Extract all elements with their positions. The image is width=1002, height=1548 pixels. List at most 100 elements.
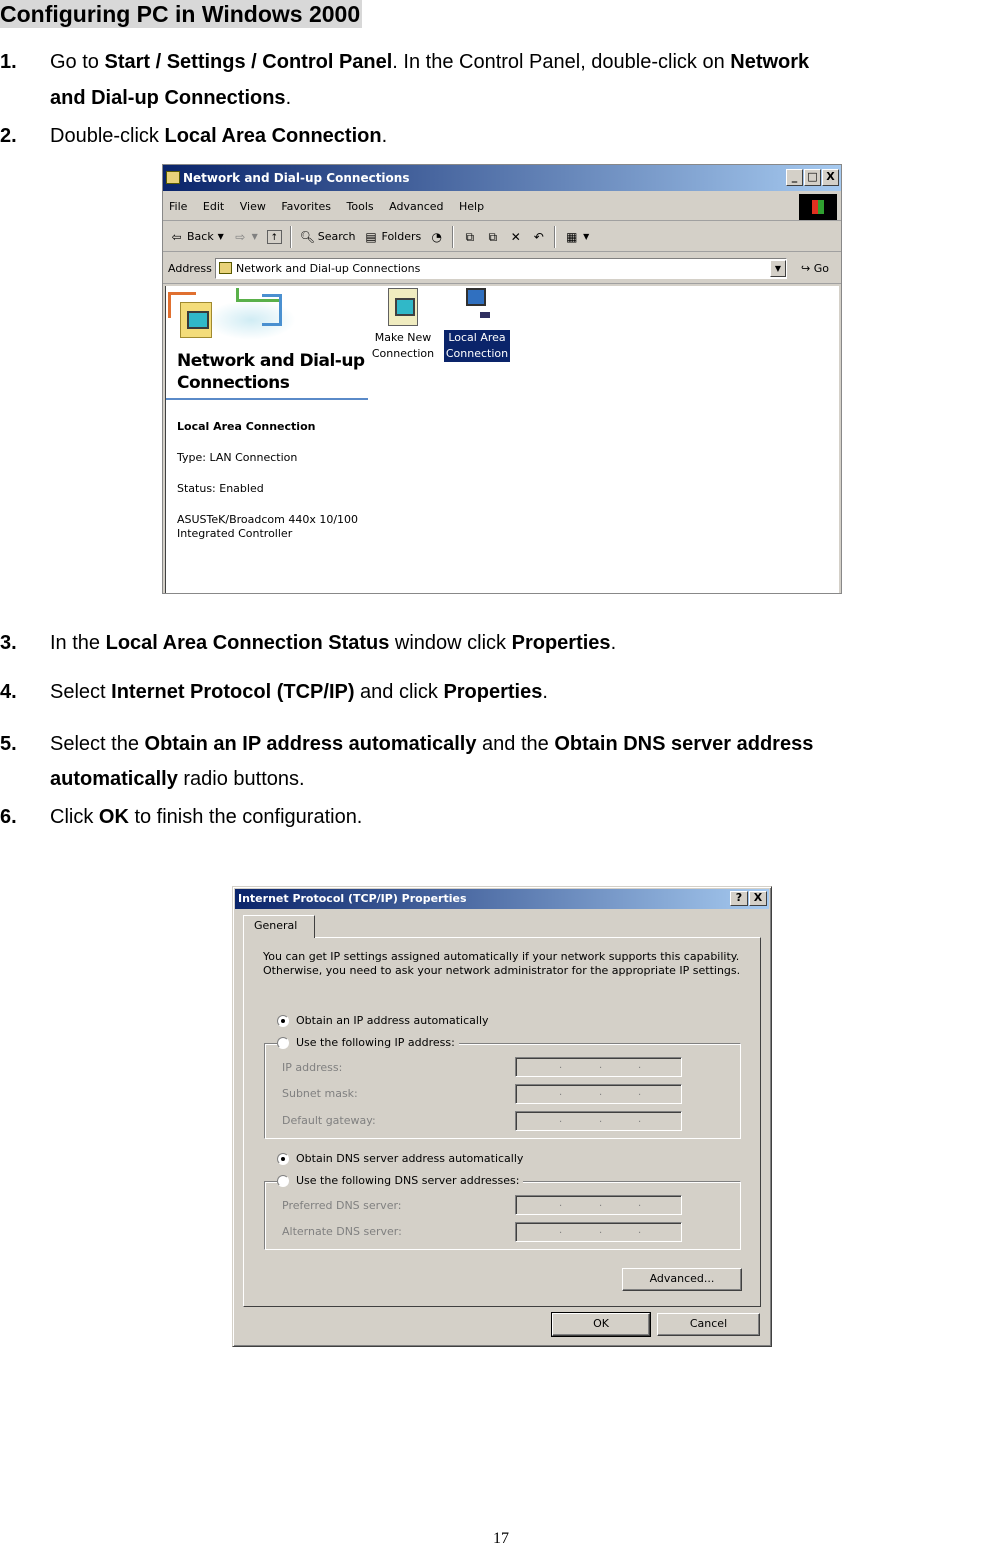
windows-logo-icon — [799, 194, 837, 220]
menu-favorites[interactable]: Favorites — [275, 193, 337, 221]
address-value: Network and Dial-up Connections — [236, 262, 421, 275]
radio-selected-icon — [277, 1014, 289, 1027]
details-title: Local Area Connection — [177, 420, 316, 433]
menu-view[interactable]: View — [234, 193, 272, 221]
views-button[interactable]: ▦ ▼ — [564, 230, 590, 244]
undo-button[interactable]: ↶ — [531, 230, 546, 244]
bold-text: Local Area Connection Status — [105, 632, 390, 654]
bold-text: Properties — [443, 681, 543, 703]
title-bar[interactable]: Network and Dial-up Connections _ □ X — [163, 165, 841, 191]
ip-address-input[interactable]: ... — [515, 1057, 682, 1077]
banner-decoration — [262, 294, 282, 326]
item-label: Make New Connection — [371, 331, 435, 360]
text: to finish the configuration. — [128, 806, 363, 828]
radio-unselected-icon — [277, 1174, 289, 1187]
delete-button[interactable]: ✕ — [508, 230, 523, 244]
use-following-dns-radio[interactable]: Use the following DNS server addresses: — [277, 1174, 524, 1187]
move-to-button[interactable]: ⧉ — [462, 230, 477, 244]
up-button[interactable]: ↑ — [266, 229, 282, 244]
help-button[interactable]: ? — [730, 891, 748, 906]
menu-advanced[interactable]: Advanced — [383, 193, 449, 221]
maximize-button[interactable]: □ — [804, 169, 821, 186]
close-button[interactable]: X — [749, 891, 767, 906]
tab-general[interactable]: General — [243, 915, 315, 938]
dropdown-icon: ▼ — [251, 231, 258, 241]
folders-icon: ▤ — [365, 229, 377, 244]
text: Double-click — [50, 125, 165, 147]
folder-banner: Network and Dial-up Connections — [166, 286, 368, 400]
details-device: ASUSTeK/Broadcom 440x 10/100 Integrated … — [177, 513, 359, 540]
text: . In the Control Panel, double-click on — [392, 51, 731, 73]
obtain-dns-auto-radio[interactable]: Obtain DNS server address automatically — [277, 1152, 528, 1165]
history-button[interactable]: ◔ — [429, 230, 444, 244]
menu-edit[interactable]: Edit — [197, 193, 230, 221]
forward-button[interactable]: ⇨ ▼ — [233, 230, 259, 244]
title-bar[interactable]: Internet Protocol (TCP/IP) Properties ? … — [235, 889, 769, 909]
text: Go to — [50, 51, 105, 73]
banner-divider — [166, 398, 368, 400]
step-number: 3. — [0, 632, 17, 654]
step-text-continued: and Dial-up Connections. — [50, 85, 291, 111]
copy-to-button[interactable]: ⧉ — [485, 230, 500, 244]
text: Click — [50, 806, 99, 828]
bold-text: and Dial-up Connections — [50, 87, 286, 109]
network-connections-window: Network and Dial-up Connections _ □ X Fi… — [162, 164, 842, 594]
delete-x-icon: ✕ — [510, 229, 521, 244]
page-number: 17 — [493, 1530, 509, 1547]
tcpip-properties-dialog: Internet Protocol (TCP/IP) Properties ? … — [232, 886, 772, 1347]
folders-button[interactable]: ▤ Folders — [364, 229, 421, 244]
radio-selected-icon — [277, 1152, 289, 1165]
local-area-connection-item[interactable]: Local Area Connection — [442, 288, 512, 362]
close-button[interactable]: X — [822, 169, 839, 186]
make-new-connection-item[interactable]: Make New Connection — [368, 288, 438, 362]
advanced-button[interactable]: Advanced... — [622, 1268, 742, 1291]
go-button[interactable]: ↪ Go — [801, 262, 829, 275]
step-number: 6. — [0, 806, 17, 828]
step-text-continued: automatically radio buttons. — [50, 766, 305, 792]
search-button[interactable]: 🔍︎ Search — [300, 230, 356, 244]
alternate-dns-input[interactable]: ... — [515, 1222, 682, 1242]
bold-text: Obtain an IP address automatically — [144, 733, 477, 755]
radio-unselected-icon — [277, 1036, 289, 1049]
use-following-ip-radio[interactable]: Use the following IP address: — [277, 1036, 459, 1049]
banner-decoration — [206, 300, 296, 340]
intro-text: You can get IP settings assigned automat… — [263, 950, 741, 977]
bold-text: Start / Settings / Control Panel — [104, 51, 393, 73]
default-gateway-label: Default gateway: — [282, 1114, 376, 1127]
history-icon: ◔ — [431, 229, 442, 244]
page-heading: Configuring PC in Windows 2000 — [0, 0, 363, 28]
default-gateway-input[interactable]: ... — [515, 1111, 682, 1131]
minimize-button[interactable]: _ — [786, 169, 803, 186]
step-text: In the Local Area Connection Status wind… — [50, 630, 616, 656]
item-label: Local Area Connection — [443, 330, 511, 362]
cancel-button[interactable]: Cancel — [657, 1313, 760, 1336]
obtain-ip-auto-radio[interactable]: Obtain an IP address automatically — [277, 1014, 493, 1027]
views-grid-icon: ▦ — [566, 229, 578, 244]
toolbar: ⇦ Back ▼ ⇨ ▼ ↑ 🔍︎ Search ▤ Folders ◔ ⧉ ⧉ ✕ ↶ … — [163, 222, 841, 252]
folder-icon — [219, 262, 232, 274]
bold-text: Properties — [511, 632, 611, 654]
dropdown-icon: ▼ — [217, 231, 224, 241]
text: Select — [50, 681, 112, 703]
menu-tools[interactable]: Tools — [341, 193, 380, 221]
address-input[interactable]: Network and Dial-up Connections ▼ — [215, 258, 787, 279]
ok-button[interactable]: OK — [551, 1312, 651, 1337]
address-dropdown-button[interactable]: ▼ — [770, 260, 786, 277]
back-button[interactable]: ⇦ Back ▼ — [169, 230, 225, 244]
undo-icon: ↶ — [533, 229, 544, 244]
step-text: Double-click Local Area Connection. — [50, 123, 387, 149]
address-bar: Address Network and Dial-up Connections … — [163, 254, 841, 284]
step-text: Click OK to finish the configuration. — [50, 804, 362, 830]
toolbar-separator — [452, 225, 455, 248]
subnet-mask-input[interactable]: ... — [515, 1084, 682, 1104]
menu-file[interactable]: File — [163, 193, 193, 221]
preferred-dns-input[interactable]: ... — [515, 1195, 682, 1215]
details-status: Status: Enabled — [177, 482, 264, 495]
step-text: Select Internet Protocol (TCP/IP) and cl… — [50, 679, 548, 705]
toolbar-separator — [554, 225, 557, 248]
preferred-dns-label: Preferred DNS server: — [282, 1199, 402, 1212]
make-new-connection-icon — [388, 288, 418, 326]
details-type: Type: LAN Connection — [177, 451, 298, 464]
folder-content-pane: Network and Dial-up Connections Local Ar… — [165, 286, 839, 593]
menu-help[interactable]: Help — [453, 193, 490, 221]
